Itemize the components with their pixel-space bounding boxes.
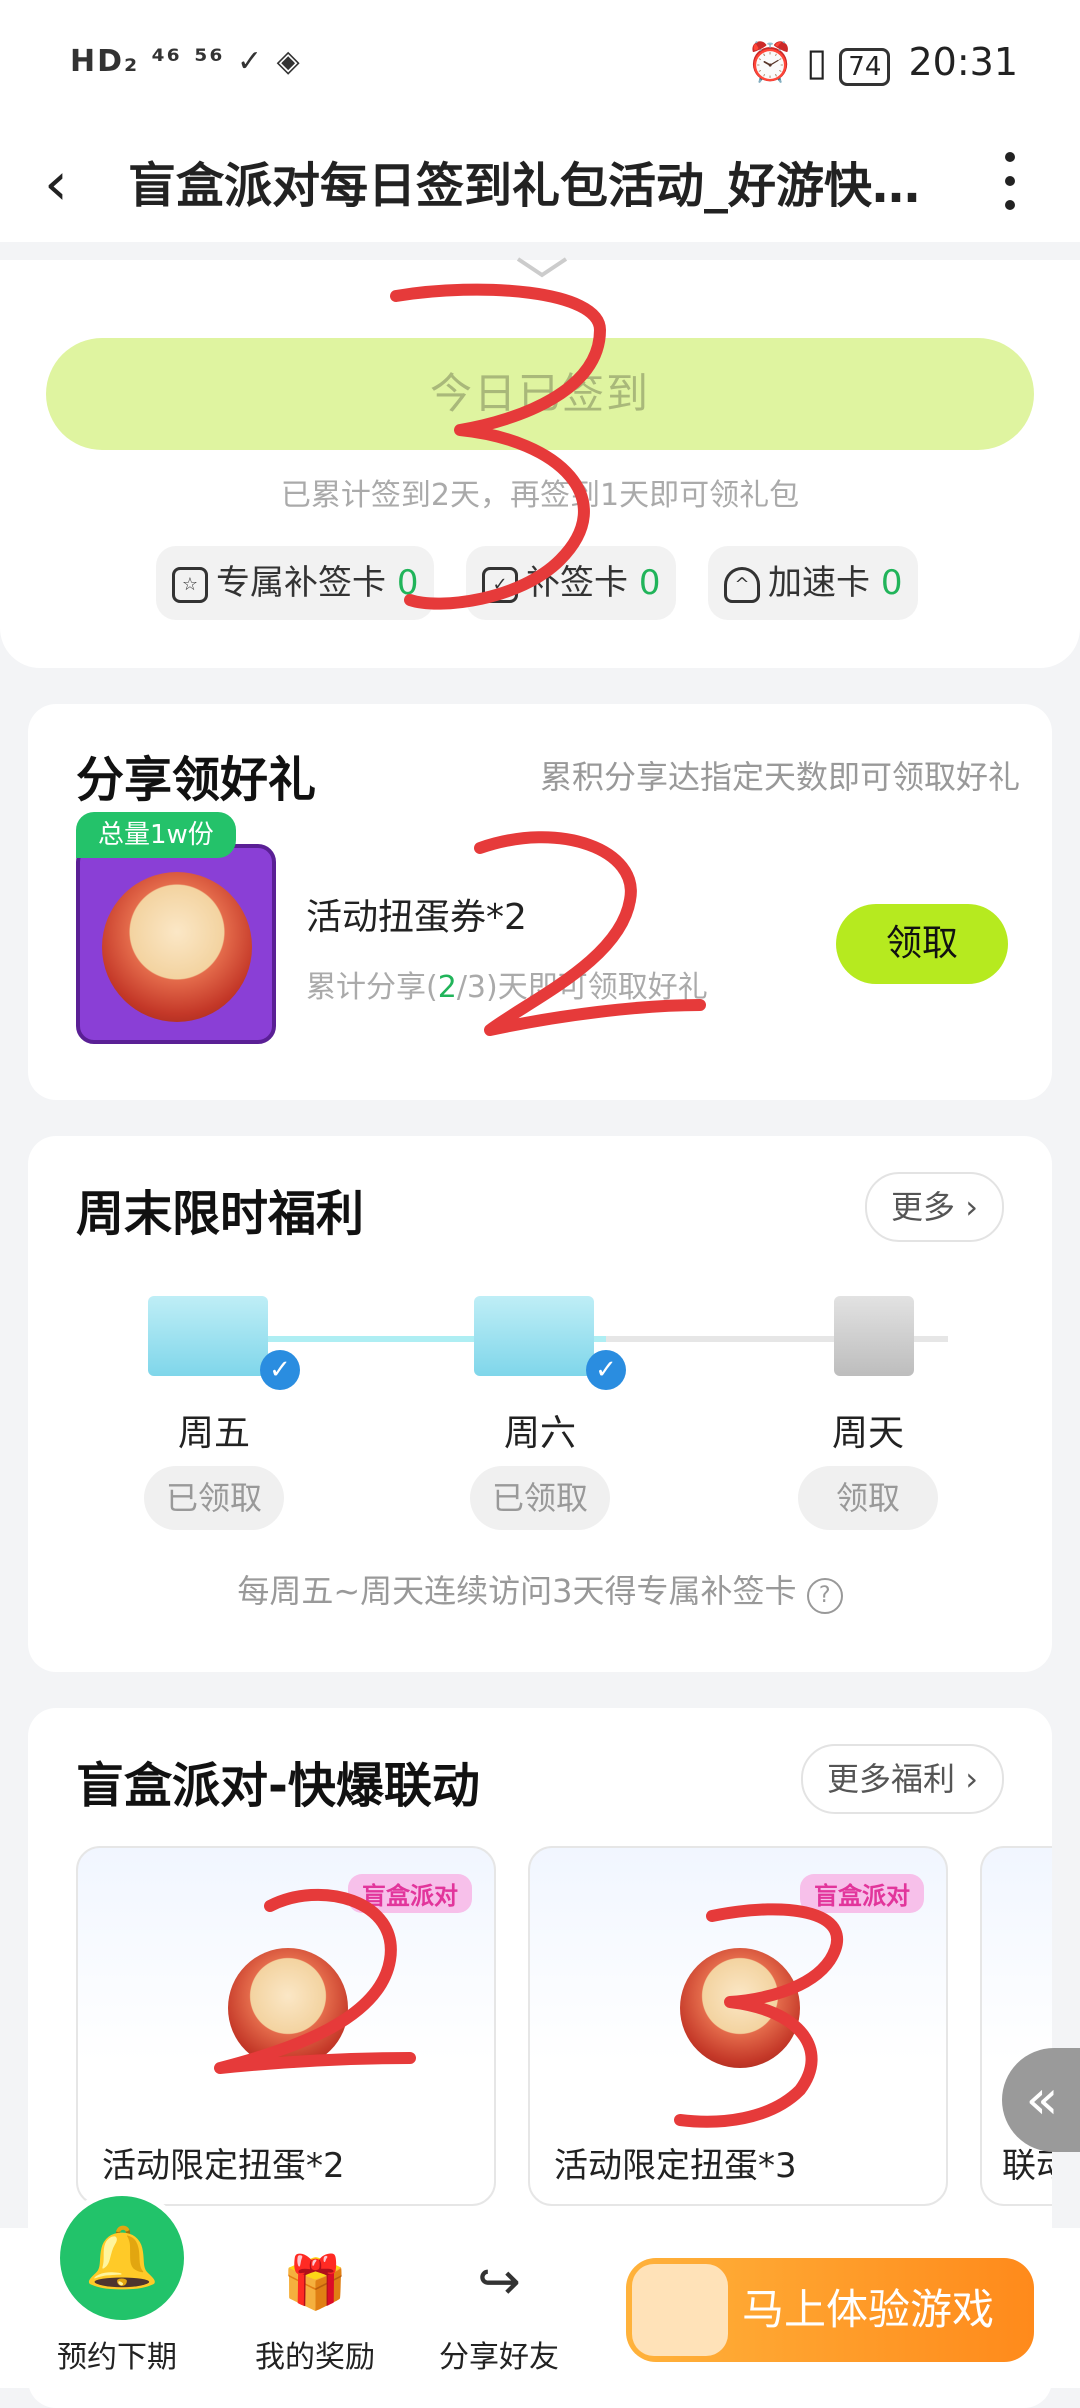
sat-status: 已领取 <box>470 1466 610 1530</box>
progress-done: 2 <box>437 970 457 1005</box>
play-game-button[interactable]: 马上体验游戏 <box>626 2258 1034 2362</box>
collab-title: 盲盒派对-快爆联动 <box>76 1758 480 1814</box>
bell-icon[interactable]: 🔔 <box>54 2190 190 2326</box>
brand-logo: 盲盒派对 <box>800 1874 924 1913</box>
chip-label: 补签卡 <box>526 563 628 603</box>
rocket-icon: ^ <box>724 566 760 603</box>
gacha-bowl-icon <box>228 1948 348 2068</box>
sun-claim-button[interactable]: 领取 <box>798 1466 938 1530</box>
game-avatar <box>632 2264 728 2356</box>
chevron-down-icon[interactable] <box>514 255 570 279</box>
vibrate-icon: ▯ <box>806 40 828 84</box>
speedup-card-chip[interactable]: ^ 加速卡 0 <box>708 546 919 620</box>
more-button[interactable]: 更多 › <box>865 1172 1004 1242</box>
collab-item[interactable]: 盲盒派对 活动限定扭蛋*3 <box>528 1846 948 2206</box>
fri-status: 已领取 <box>144 1466 284 1530</box>
share-item-name: 活动扭蛋券*2 <box>306 897 527 938</box>
gacha-bowl-icon <box>102 872 252 1022</box>
share-subtitle: 累积分享达指定天数即可领取好礼 <box>539 758 1020 796</box>
status-right: ⏰ ▯ 74 20:31 <box>747 40 1018 86</box>
bottom-bar: 🔔 预约下期 🎁 我的奖励 ↪ 分享好友 马上体验游戏 <box>0 2190 1080 2388</box>
checkmark-icon: ✓ <box>260 1350 300 1390</box>
chip-count: 0 <box>638 563 661 603</box>
item-label: 活动限定扭蛋*3 <box>554 2146 797 2186</box>
signin-progress-note: 已累计签到2天，再签到1天即可领礼包 <box>280 478 800 513</box>
app-header: ‹ 盲盒派对每日签到礼包活动_好游快… <box>0 130 1080 242</box>
weekend-bonus-card: 周末限时福利 更多 › ✓ ✓ 周五 周六 周天 已领取 已领取 领取 每周五~… <box>28 1136 1052 1672</box>
share-icon[interactable]: ↪ <box>424 2252 574 2312</box>
more-label: 更多 <box>891 1188 956 1226</box>
locked-ticket-icon <box>834 1296 914 1376</box>
exclusive-makeup-card-chip[interactable]: ☆ 专属补签卡 0 <box>156 546 435 620</box>
more-menu-icon[interactable] <box>995 144 1025 224</box>
weekend-note: 每周五~周天连续访问3天得专属补签卡 ? <box>28 1566 1052 1614</box>
progress-prefix: 累计分享( <box>306 970 438 1005</box>
gift-icon[interactable]: 🎁 <box>240 2252 390 2313</box>
weekend-title: 周末限时福利 <box>76 1186 365 1242</box>
page-title: 盲盒派对每日签到礼包活动_好游快… <box>128 158 921 214</box>
gacha-prize-image <box>76 844 276 1044</box>
brand-logo: 盲盒派对 <box>348 1874 472 1913</box>
share-friends-label[interactable]: 分享好友 <box>424 2332 574 2376</box>
signed-in-button[interactable]: 今日已签到 <box>46 338 1034 450</box>
gacha-bowl-icon <box>680 1948 800 2068</box>
chip-label: 专属补签卡 <box>216 563 386 603</box>
share-gift-card: 分享领好礼 累积分享达指定天数即可领取好礼 总量1w份 活动扭蛋券*2 累计分享… <box>28 704 1052 1100</box>
back-arrow-icon[interactable]: ‹ <box>44 144 68 224</box>
help-icon[interactable]: ? <box>806 1578 843 1614</box>
day-label-fri: 周五 <box>177 1413 250 1454</box>
chip-count: 0 <box>880 563 903 603</box>
chip-label: 加速卡 <box>768 563 870 603</box>
note-text: 每周五~周天连续访问3天得专属补签卡 <box>237 1572 797 1610</box>
check-ticket-icon: ✓ <box>482 566 518 603</box>
more-benefits-button[interactable]: 更多福利 › <box>801 1744 1004 1814</box>
star-ticket-icon: ☆ <box>172 566 208 603</box>
claim-button[interactable]: 领取 <box>836 904 1008 984</box>
signal-indicators: HD₂ ⁴⁶ ⁵⁶ ✓ ◈ <box>70 44 302 79</box>
progress-suffix: /3)天即可领取好礼 <box>456 970 708 1005</box>
share-title: 分享领好礼 <box>76 752 317 808</box>
item-label: 活动限定扭蛋*2 <box>102 2146 345 2186</box>
battery-indicator: 74 <box>839 48 891 86</box>
chip-count: 0 <box>396 563 419 603</box>
collab-item[interactable]: 联动 <box>980 1846 1052 2206</box>
day-label-sat: 周六 <box>503 1413 576 1454</box>
makeup-card-chip[interactable]: ✓ 补签卡 0 <box>466 546 677 620</box>
clock: 20:31 <box>908 40 1018 84</box>
my-rewards-label[interactable]: 我的奖励 <box>240 2332 390 2376</box>
day-label-sun: 周天 <box>831 1413 904 1454</box>
collab-item[interactable]: 盲盒派对 活动限定扭蛋*2 <box>76 1846 496 2206</box>
quantity-tag: 总量1w份 <box>76 812 236 858</box>
chevron-right-icon: › <box>965 1760 978 1798</box>
remind-label[interactable]: 预约下期 <box>42 2332 192 2376</box>
more-label: 更多福利 <box>827 1760 956 1798</box>
makeup-ticket-icon <box>148 1296 268 1376</box>
share-progress: 累计分享(2/3)天即可领取好礼 <box>306 962 708 1006</box>
checkmark-icon: ✓ <box>586 1350 626 1390</box>
play-label: 马上体验游戏 <box>742 2285 995 2334</box>
status-bar: HD₂ ⁴⁶ ⁵⁶ ✓ ◈ ⏰ ▯ 74 20:31 <box>0 0 1080 130</box>
makeup-ticket-icon <box>474 1296 594 1376</box>
alarm-icon: ⏰ <box>746 40 795 84</box>
chevron-right-icon: › <box>965 1188 978 1226</box>
